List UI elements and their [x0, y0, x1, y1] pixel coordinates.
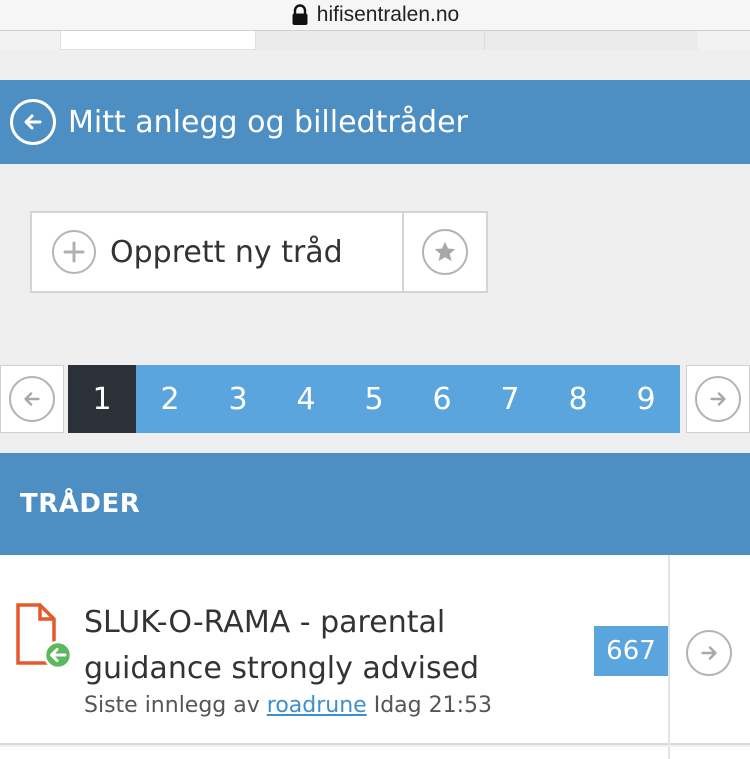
- lock-icon: [292, 4, 308, 25]
- page-4[interactable]: 4: [272, 365, 340, 433]
- page-3[interactable]: 3: [204, 365, 272, 433]
- thread-row[interactable]: SLUK-O-RAMA - parental guidance strongly…: [0, 555, 750, 745]
- category-header: Mitt anlegg og billedtråder: [0, 80, 750, 164]
- address-bar[interactable]: hifisentralen.no: [0, 0, 750, 30]
- document-unread-icon: [16, 603, 73, 670]
- reply-count-badge: 667: [594, 626, 668, 676]
- pagination-prev-button[interactable]: [0, 365, 64, 433]
- pagination: 1 2 3 4 5 6 7 8 9: [0, 365, 750, 433]
- tab-strip-segment[interactable]: [484, 31, 698, 50]
- row-divider: [668, 747, 670, 759]
- page-5[interactable]: 5: [340, 365, 408, 433]
- arrow-left-icon: [9, 376, 55, 422]
- last-post-time: Idag 21:53: [373, 693, 492, 718]
- favorite-button[interactable]: [404, 211, 488, 293]
- tab-strip-segment[interactable]: [60, 31, 256, 50]
- arrow-right-icon: [686, 630, 732, 676]
- tab-strip-segment[interactable]: [256, 31, 484, 50]
- arrow-right-icon: [695, 376, 741, 422]
- pagination-next-button[interactable]: [686, 365, 750, 433]
- thread-row-next: [0, 747, 750, 759]
- back-button[interactable]: [10, 99, 56, 145]
- plus-icon: [52, 230, 96, 274]
- category-title: Mitt anlegg og billedtråder: [68, 104, 468, 140]
- last-post-prefix: Siste innlegg av: [84, 693, 260, 718]
- last-post-user-link[interactable]: roadrune: [267, 693, 367, 718]
- row-divider: [668, 555, 670, 745]
- page-8[interactable]: 8: [544, 365, 612, 433]
- url-text: hifisentralen.no: [316, 3, 460, 26]
- page-7[interactable]: 7: [476, 365, 544, 433]
- page-6[interactable]: 6: [408, 365, 476, 433]
- thread-title[interactable]: SLUK-O-RAMA - parental guidance strongly…: [84, 600, 484, 692]
- tab-strip: [0, 30, 750, 50]
- page-2[interactable]: 2: [136, 365, 204, 433]
- threads-header: TRÅDER: [0, 453, 750, 555]
- new-thread-label: Opprett ny tråd: [110, 234, 343, 270]
- thread-go-button[interactable]: [686, 630, 732, 676]
- page-9[interactable]: 9: [612, 365, 680, 433]
- page-1[interactable]: 1: [68, 365, 136, 433]
- threads-header-label: TRÅDER: [20, 489, 141, 519]
- arrow-left-icon: [24, 114, 42, 130]
- star-icon: [422, 229, 468, 275]
- new-thread-button[interactable]: Opprett ny tråd: [30, 211, 404, 293]
- thread-last-post: Siste innlegg av roadrune Idag 21:53: [84, 693, 492, 718]
